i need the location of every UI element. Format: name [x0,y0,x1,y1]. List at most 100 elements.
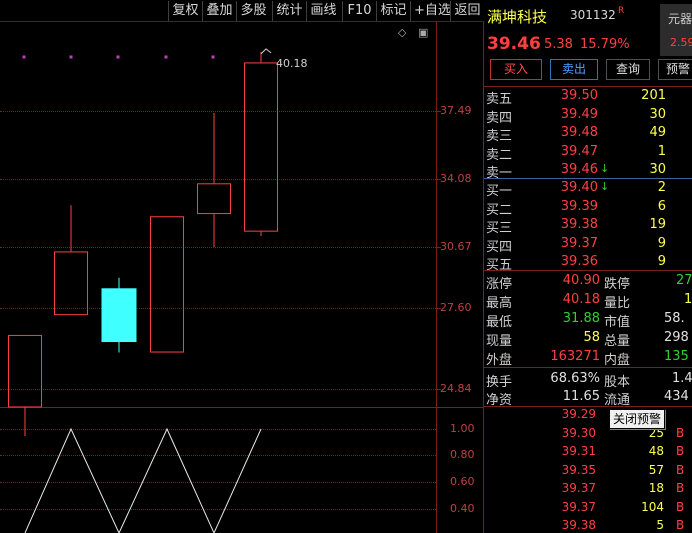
trade-row: 39.35 57 B [484,463,692,479]
stat-total-value: 298 [664,330,689,345]
ask-volume: 201 [641,88,666,103]
stat-outer-value: 163271 [550,349,600,364]
ask-price: 39.49 [560,106,598,122]
stat-total: 总量 [604,330,630,349]
stat-label: 跌停 [604,277,631,292]
ask-volume: 49 [649,125,666,140]
y-tick-label: 27.60 [440,301,472,314]
bid-label: 买一 [486,184,513,199]
toolbar-mark-button[interactable]: 标记 [376,1,410,21]
trade-direction: B [676,499,685,514]
trade-volume: 104 [641,499,664,514]
bid-price: 39.40 [560,180,598,195]
stat-limit-down: 跌停 [604,273,631,292]
toolbar-add-watchlist-button[interactable]: +自选 [410,1,451,21]
price-change: 5.38 [544,37,573,52]
stat-label: 外盘 [486,353,513,368]
ask-row[interactable]: 卖一 39.46 ↓ 30 [484,162,692,181]
stat-label: 换手 [486,375,513,390]
stat-mcap-value: 58. [664,311,685,326]
stat-equity-value: 1.4 [672,371,692,386]
candle-body [150,216,184,353]
ask-row[interactable]: 卖四 39.49 30 [484,106,692,126]
y-tick-label: 34.08 [440,172,472,185]
toolbar-f10-button[interactable]: F10 [342,1,376,21]
bid-label: 买四 [486,239,513,255]
stat-high-value: 40.18 [562,292,600,307]
stock-code: 301132 [570,8,616,22]
y-axis-line [436,22,437,533]
ask-row[interactable]: 卖五 39.50 201 [484,88,692,107]
bid-row[interactable]: 买五 39.36 9 [484,254,692,273]
trade-volume: 18 [648,481,664,495]
signal-dot [116,55,120,59]
trade-direction: B [676,462,685,477]
query-button[interactable]: 查询 [606,59,650,80]
ask-row[interactable]: 卖二 39.47 1 [484,144,692,163]
stat-label: 现量 [486,334,513,349]
bid-price: 39.39 [560,198,598,214]
bid-volume: 6 [657,198,666,214]
signal-dot [69,55,73,59]
bid-row[interactable]: 买一 39.40 ↓ 2 [484,180,692,199]
alert-button[interactable]: 预警 [658,59,692,80]
bid-volume: 9 [657,254,666,269]
toolbar-multi-stock-button[interactable]: 多股 [236,1,270,21]
bid-row[interactable]: 买二 39.39 6 [484,198,692,218]
trade-volume: 5 [656,518,664,532]
divider [484,367,692,368]
divider [484,178,692,179]
candlestick-svg [8,48,278,533]
trade-volume: 57 [648,462,664,477]
stat-now-vol-value: 58 [583,330,600,345]
trade-direction: B [676,518,685,532]
sell-button[interactable]: 卖出 [550,59,598,80]
trade-row: 39.38 5 B [484,518,692,533]
trade-direction: B [676,425,685,440]
high-price-label: 40.18 [276,57,308,70]
trade-volume: 48 [648,444,664,458]
stat-high: 最高 [486,292,512,311]
bid-volume: 19 [649,217,666,232]
ask-label: 卖三 [486,129,513,144]
trade-price: 39.37 [561,481,596,495]
candle-body [54,251,88,316]
ask-volume: 30 [649,162,666,177]
bid-price: 39.38 [560,217,598,232]
stat-now-vol: 现量 [486,330,513,349]
toolbar-statistics-button[interactable]: 统计 [272,1,306,21]
ask-row[interactable]: 卖三 39.48 49 [484,125,692,144]
quote-panel: 满坤科技 301132 R 元器 2.59 39.46 5.38 15.79% … [484,0,692,533]
bid-price: 39.36 [560,254,598,269]
stat-turnover-value: 68.63% [550,371,600,386]
stat-label: 涨停 [486,277,513,292]
buy-button[interactable]: 买入 [490,59,542,80]
stat-low-value: 31.88 [562,311,600,326]
indicator-tick-label: 0.80 [450,448,475,461]
stat-nav-value: 11.65 [562,389,600,404]
stat-float-value: 434 [664,389,689,404]
trade-direction: B [676,481,685,495]
trade-price: 39.37 [561,499,596,514]
stat-label: 最低 [486,315,513,330]
ask-volume: 30 [649,106,666,122]
toolbar-back-button[interactable]: 返回 [450,1,484,21]
candle-body [8,334,42,408]
stat-inner-value: 135 [664,349,689,364]
stat-label: 股本 [604,375,631,390]
toolbar-restore-rights-button[interactable]: 复权 [168,1,202,21]
kline-chart[interactable]: 37.49 34.08 30.67 27.60 24.84 1.00 0.80 … [0,22,484,533]
toolbar-overlay-button[interactable]: 叠加 [202,1,236,21]
bid-row[interactable]: 买三 39.38 19 [484,217,692,236]
toolbar-draw-line-button[interactable]: 画线 [306,1,340,21]
sector-box[interactable]: 元器 2.59 [660,4,692,56]
close-alert-tooltip[interactable]: 关闭预警 [609,409,665,429]
stat-limit-down-value: 27 [676,273,692,288]
ask-label: 卖二 [486,147,513,163]
trade-price: 39.38 [561,518,596,532]
trade-price: 39.29 [561,407,596,421]
divider [484,86,692,87]
bid-label: 买二 [486,202,513,218]
bid-row[interactable]: 买四 39.37 9 [484,236,692,255]
stat-equity: 股本 [604,371,631,390]
